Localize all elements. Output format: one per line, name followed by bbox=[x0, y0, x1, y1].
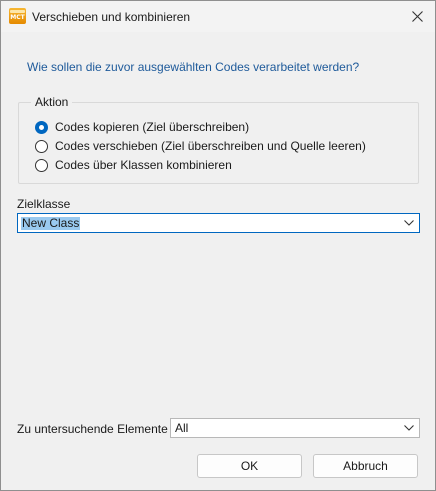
ok-button[interactable]: OK bbox=[197, 454, 302, 478]
radio-label: Codes verschieben (Ziel überschreiben un… bbox=[55, 139, 366, 153]
radio-button[interactable] bbox=[35, 139, 48, 153]
app-icon: MCT bbox=[9, 8, 26, 24]
radio-label: Codes über Klassen kombinieren bbox=[55, 158, 232, 172]
close-icon bbox=[412, 11, 423, 22]
elements-label: Zu untersuchende Elemente bbox=[17, 422, 168, 436]
target-class-label: Zielklasse bbox=[17, 197, 71, 211]
elements-dropdown[interactable]: All bbox=[170, 418, 420, 438]
cancel-button[interactable]: Abbruch bbox=[313, 454, 418, 478]
action-group-title: Aktion bbox=[31, 95, 73, 109]
prompt-text: Wie sollen die zuvor ausgewählten Codes … bbox=[27, 60, 360, 74]
chevron-down-icon bbox=[404, 425, 414, 431]
app-icon-stripe bbox=[10, 10, 25, 13]
chevron-down-icon bbox=[404, 220, 414, 226]
radio-button[interactable] bbox=[35, 158, 48, 172]
radio-combine-codes[interactable]: Codes über Klassen kombinieren bbox=[35, 157, 232, 173]
title-bar[interactable]: MCT Verschieben und kombinieren bbox=[1, 1, 435, 32]
target-class-dropdown[interactable]: New Class bbox=[17, 213, 420, 233]
app-icon-text: MCT bbox=[10, 14, 25, 21]
radio-copy-codes[interactable]: Codes kopieren (Ziel überschreiben) bbox=[35, 119, 249, 135]
target-class-value: New Class bbox=[21, 216, 81, 230]
window-title: Verschieben und kombinieren bbox=[32, 10, 191, 24]
close-button[interactable] bbox=[405, 5, 431, 28]
radio-move-codes[interactable]: Codes verschieben (Ziel überschreiben un… bbox=[35, 138, 366, 154]
dialog-window: MCT Verschieben und kombinieren Wie soll… bbox=[0, 0, 436, 491]
radio-button-checked[interactable] bbox=[35, 120, 48, 134]
radio-label: Codes kopieren (Ziel überschreiben) bbox=[55, 120, 250, 134]
elements-value: All bbox=[175, 421, 189, 435]
